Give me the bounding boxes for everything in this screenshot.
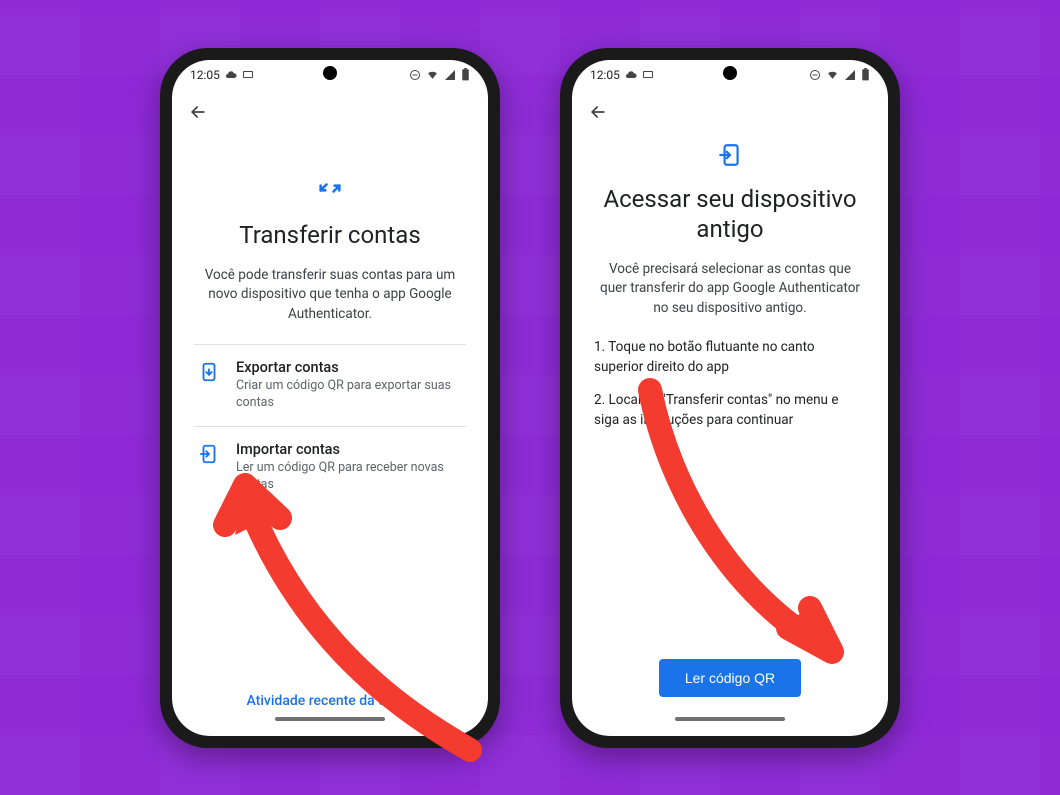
status-time: 12:05	[590, 68, 620, 82]
option-title: Exportar contas	[236, 359, 462, 376]
step-2: 2. Localize "Transferir contas" no menu …	[594, 391, 866, 430]
page-subtitle: Você pode transferir suas contas para um…	[194, 266, 466, 325]
dnd-icon	[409, 69, 421, 81]
phone-import-icon	[717, 142, 743, 168]
recent-activity-link[interactable]: Atividade recente da conta	[194, 677, 466, 717]
status-bar: 12:05	[172, 60, 488, 90]
phone-left: 12:05	[160, 48, 500, 748]
import-hero-icon	[594, 142, 866, 168]
arrow-left-icon	[588, 102, 608, 122]
export-icon	[198, 361, 222, 387]
cloud-icon	[225, 69, 237, 81]
signal-icon	[444, 69, 456, 81]
arrow-left-icon	[188, 102, 208, 122]
page-title: Transferir contas	[194, 220, 466, 250]
phones-container: 12:05	[0, 0, 1060, 795]
instruction-steps: 1. Toque no botão flutuante no canto sup…	[594, 338, 866, 444]
option-title: Importar contas	[236, 441, 462, 458]
app-bar	[572, 90, 888, 134]
screen-left: 12:05	[172, 60, 488, 736]
option-export-accounts[interactable]: Exportar contas Criar um código QR para …	[194, 344, 466, 426]
cast-icon	[242, 69, 254, 81]
transfer-hero-icon	[194, 174, 466, 202]
option-desc: Criar um código QR para exportar suas co…	[236, 378, 462, 412]
scan-qr-button[interactable]: Ler código QR	[659, 659, 801, 697]
app-bar	[172, 90, 488, 134]
status-time: 12:05	[190, 68, 220, 82]
page-subtitle: Você precisará selecionar as contas que …	[594, 260, 866, 319]
status-bar: 12:05	[572, 60, 888, 90]
dnd-icon	[809, 69, 821, 81]
content-access-old: Acessar seu dispositivo antigo Você prec…	[572, 134, 888, 736]
battery-icon	[461, 68, 470, 81]
option-desc: Ler um código QR para receber novas cont…	[236, 460, 462, 494]
back-button[interactable]	[584, 98, 612, 126]
nav-indicator	[675, 717, 785, 721]
wifi-icon	[426, 68, 439, 81]
transfer-arrows-icon	[316, 174, 344, 202]
option-import-accounts[interactable]: Importar contas Ler um código QR para re…	[194, 426, 466, 508]
nav-indicator	[275, 717, 385, 721]
page-title: Acessar seu dispositivo antigo	[594, 184, 866, 244]
screen-right: 12:05	[572, 60, 888, 736]
cast-icon	[642, 69, 654, 81]
phone-right: 12:05	[560, 48, 900, 748]
signal-icon	[844, 69, 856, 81]
wifi-icon	[826, 68, 839, 81]
battery-icon	[861, 68, 870, 81]
content-transfer: Transferir contas Você pode transferir s…	[172, 134, 488, 736]
cloud-icon	[625, 69, 637, 81]
import-icon	[198, 443, 222, 469]
step-1: 1. Toque no botão flutuante no canto sup…	[594, 338, 866, 377]
back-button[interactable]	[184, 98, 212, 126]
